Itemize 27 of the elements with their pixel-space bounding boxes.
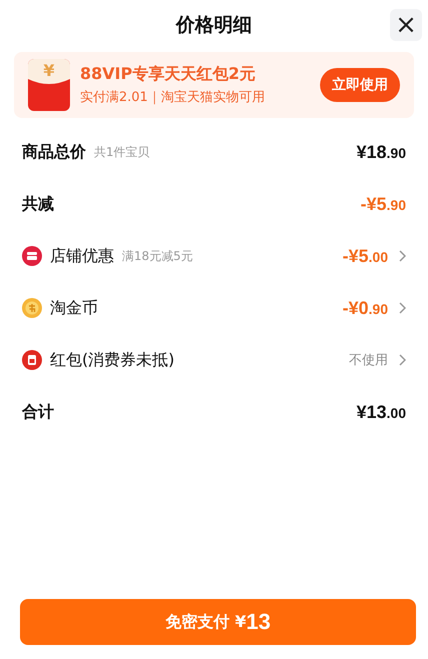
chevron-right-icon[interactable]: [398, 302, 406, 314]
price: -¥5.90: [360, 194, 406, 214]
price: ¥13.00: [356, 402, 406, 422]
price: -¥0.90: [342, 298, 388, 318]
row-value[interactable]: 不使用: [349, 351, 388, 369]
price: -¥5.00: [342, 246, 388, 266]
row-label: 店铺优惠: [50, 246, 114, 266]
coin-icon: [22, 298, 42, 318]
row-label: 红包(消费券未抵): [50, 350, 174, 370]
pay-button[interactable]: 免密支付 ¥13: [20, 599, 416, 645]
use-now-button[interactable]: 立即使用: [320, 68, 400, 102]
chevron-right-icon[interactable]: [398, 354, 406, 366]
row-note: 共1件宝贝: [94, 144, 150, 160]
promo-title: 88VIP专享天天红包2元: [80, 64, 256, 85]
row-label: 合计: [22, 402, 54, 422]
row-label: 商品总价: [22, 142, 86, 162]
price: ¥18.90: [356, 142, 406, 162]
cash-envelope-icon: ¥: [28, 59, 70, 111]
envelope-icon: [22, 350, 42, 370]
chevron-right-icon[interactable]: [398, 250, 406, 262]
row-label: 共减: [22, 194, 54, 214]
row-note: 满18元减5元: [122, 248, 193, 264]
promo-subtitle: 实付满2.01｜淘宝天猫实物可用: [80, 89, 266, 106]
sheet-title: 价格明细: [176, 13, 252, 38]
close-button[interactable]: ×: [390, 9, 422, 41]
shop-icon: [22, 246, 42, 266]
row-label: 淘金币: [50, 298, 98, 318]
